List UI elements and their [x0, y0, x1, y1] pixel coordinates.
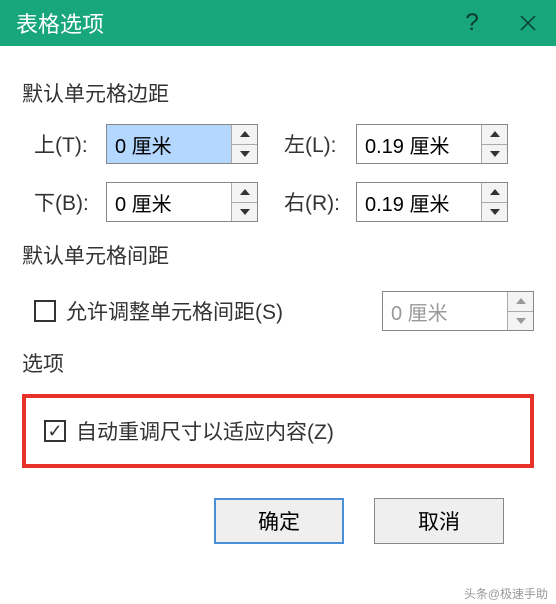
help-button[interactable]: ?	[444, 0, 500, 46]
section-options-label: 选项	[22, 348, 534, 378]
spinner-spacing-down	[508, 312, 533, 331]
spinner-bottom-down[interactable]	[232, 203, 257, 222]
spinner-top-value[interactable]: 0 厘米	[107, 125, 231, 163]
label-top: 上(T):	[34, 129, 106, 159]
dialog-content: 默认单元格边距 上(T): 0 厘米 左(L): 0.19 厘米	[0, 46, 556, 544]
watermark: 头条@极速手助	[464, 585, 548, 602]
spinner-spacing: 0 厘米	[382, 291, 534, 331]
spacing-row: 允许调整单元格间距(S) 0 厘米	[22, 286, 534, 336]
spinner-left-down[interactable]	[482, 145, 507, 164]
spinner-bottom-up[interactable]	[232, 183, 257, 203]
margins-row-2: 下(B): 0 厘米 右(R): 0.19 厘米	[22, 182, 534, 222]
close-button[interactable]	[500, 0, 556, 46]
label-bottom: 下(B):	[34, 187, 106, 217]
label-autofit: 自动重调尺寸以适应内容(Z)	[76, 416, 334, 446]
highlight-box: 自动重调尺寸以适应内容(Z)	[22, 394, 534, 468]
spinner-top-down[interactable]	[232, 145, 257, 164]
spinner-right-value[interactable]: 0.19 厘米	[357, 183, 481, 221]
ok-button[interactable]: 确定	[214, 498, 344, 544]
spinner-right-down[interactable]	[482, 203, 507, 222]
window-title: 表格选项	[16, 7, 444, 39]
cancel-button[interactable]: 取消	[374, 498, 504, 544]
checkbox-allow-spacing[interactable]	[34, 300, 56, 322]
spinner-right-up[interactable]	[482, 183, 507, 203]
spinner-left[interactable]: 0.19 厘米	[356, 124, 508, 164]
spinner-spacing-value: 0 厘米	[383, 292, 507, 330]
section-margins-label: 默认单元格边距	[22, 78, 534, 108]
label-right: 右(R):	[284, 187, 356, 217]
title-bar: 表格选项 ?	[0, 0, 556, 46]
checkbox-autofit[interactable]	[44, 420, 66, 442]
spinner-right[interactable]: 0.19 厘米	[356, 182, 508, 222]
spinner-bottom-value[interactable]: 0 厘米	[107, 183, 231, 221]
label-allow-spacing: 允许调整单元格间距(S)	[66, 296, 283, 326]
label-left: 左(L):	[284, 129, 356, 159]
footer-buttons: 确定 取消	[22, 488, 534, 544]
section-spacing-label: 默认单元格间距	[22, 240, 534, 270]
spinner-top[interactable]: 0 厘米	[106, 124, 258, 164]
spinner-left-value[interactable]: 0.19 厘米	[357, 125, 481, 163]
spinner-left-up[interactable]	[482, 125, 507, 145]
spinner-bottom[interactable]: 0 厘米	[106, 182, 258, 222]
spinner-top-up[interactable]	[232, 125, 257, 145]
close-icon	[519, 14, 537, 32]
spinner-spacing-up	[508, 292, 533, 312]
margins-row-1: 上(T): 0 厘米 左(L): 0.19 厘米	[22, 124, 534, 164]
